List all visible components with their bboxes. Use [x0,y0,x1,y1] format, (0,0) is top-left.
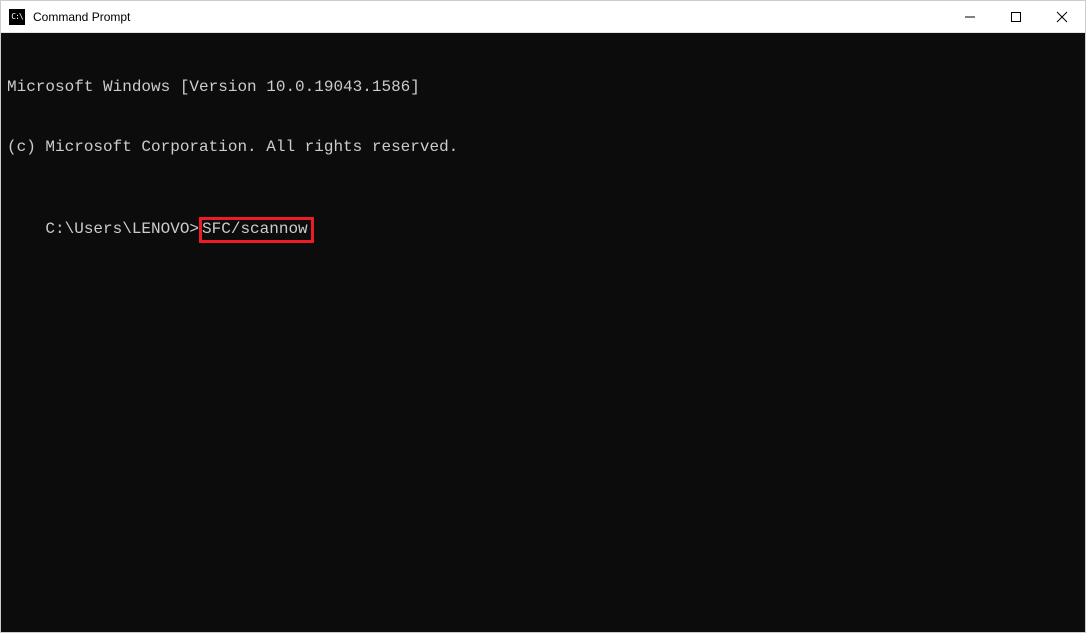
command-highlight-box: SFC/scannow [199,217,314,243]
close-icon [1056,11,1068,23]
titlebar[interactable]: C:\ Command Prompt [1,1,1085,33]
terminal-output-line: Microsoft Windows [Version 10.0.19043.15… [7,77,1079,97]
command-prompt-window: C:\ Command Prompt Microsoft Windows [Ve… [0,0,1086,633]
close-button[interactable] [1039,1,1085,32]
window-controls [947,1,1085,32]
window-title: Command Prompt [33,10,947,24]
cmd-icon: C:\ [9,9,25,25]
minimize-button[interactable] [947,1,993,32]
minimize-icon [965,12,975,22]
terminal-area[interactable]: Microsoft Windows [Version 10.0.19043.15… [1,33,1085,632]
terminal-output-line: (c) Microsoft Corporation. All rights re… [7,137,1079,157]
maximize-icon [1011,12,1021,22]
terminal-prompt: C:\Users\LENOVO> [45,220,199,238]
typed-command: SFC/scannow [202,220,308,238]
maximize-button[interactable] [993,1,1039,32]
